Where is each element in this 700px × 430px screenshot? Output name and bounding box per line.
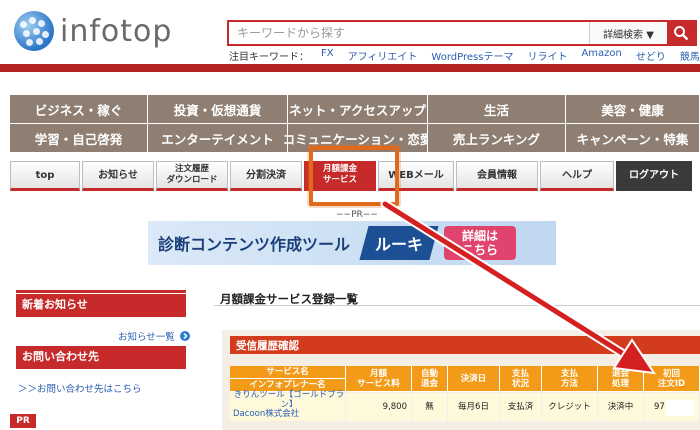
annotation-arrow-icon: [380, 199, 657, 375]
page: infotop 詳細検索 ▼ 注目キーワード： FX アフィリエイト WordP…: [0, 0, 700, 430]
